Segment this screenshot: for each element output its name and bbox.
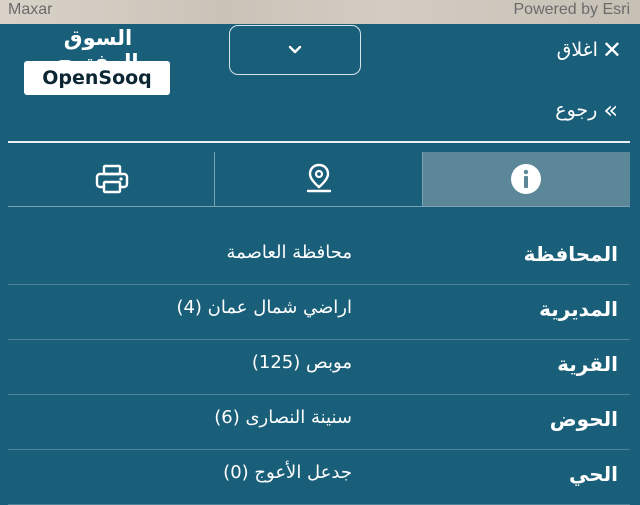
- chevron-down-icon: [288, 45, 302, 54]
- tabs-underline: [8, 206, 630, 207]
- close-icon: ✕: [601, 36, 622, 64]
- panel-tabs: [8, 152, 630, 206]
- back-label: رجوع: [555, 99, 598, 121]
- back-button[interactable]: » رجوع: [555, 98, 618, 122]
- detail-value: موبص (125): [251, 352, 352, 373]
- close-button[interactable]: ✕ اغلاق: [557, 38, 622, 62]
- detail-label: الحوض: [549, 407, 618, 431]
- detail-value: سنينة النصارى (6): [214, 407, 352, 428]
- detail-row-basin: الحوض سنينة النصارى (6): [8, 395, 630, 450]
- parcel-details-list: المحافظة محافظة العاصمة المديرية اراضي ش…: [8, 230, 630, 505]
- close-label: اغلاق: [556, 39, 598, 61]
- printer-icon: [95, 164, 128, 194]
- parcel-info-panel: السوق المفتوح OpenSooq ✕ اغلاق » رجوع: [0, 24, 640, 505]
- tab-info[interactable]: [422, 152, 630, 206]
- detail-value: اراضي شمال عمان (4): [176, 297, 352, 318]
- detail-row-village: القرية موبص (125): [8, 340, 630, 395]
- panel-dropdown-button[interactable]: [229, 25, 361, 75]
- detail-label: القرية: [557, 352, 618, 376]
- detail-value: محافظة العاصمة: [226, 242, 352, 263]
- map-attribution-bar: Maxar Powered by Esri: [0, 0, 640, 24]
- tab-print[interactable]: [8, 152, 216, 206]
- info-icon: [511, 164, 542, 194]
- double-chevron-right-icon: »: [603, 96, 618, 124]
- map-attribution-maxar: Maxar: [8, 1, 53, 18]
- map-attribution-esri[interactable]: Powered by Esri: [514, 1, 631, 19]
- brand-logo-badge: OpenSooq: [24, 61, 170, 95]
- detail-label: الحي: [568, 462, 618, 486]
- header-divider: [8, 141, 630, 143]
- detail-row-governorate: المحافظة محافظة العاصمة: [8, 230, 630, 285]
- detail-row-neighborhood: الحي جدعل الأعوج (0): [8, 450, 630, 505]
- tab-location[interactable]: [215, 152, 423, 206]
- detail-row-directorate: المديرية اراضي شمال عمان (4): [8, 285, 630, 340]
- map-pin-icon: [306, 163, 332, 193]
- detail-label: المحافظة: [523, 242, 618, 266]
- detail-label: المديرية: [539, 297, 618, 321]
